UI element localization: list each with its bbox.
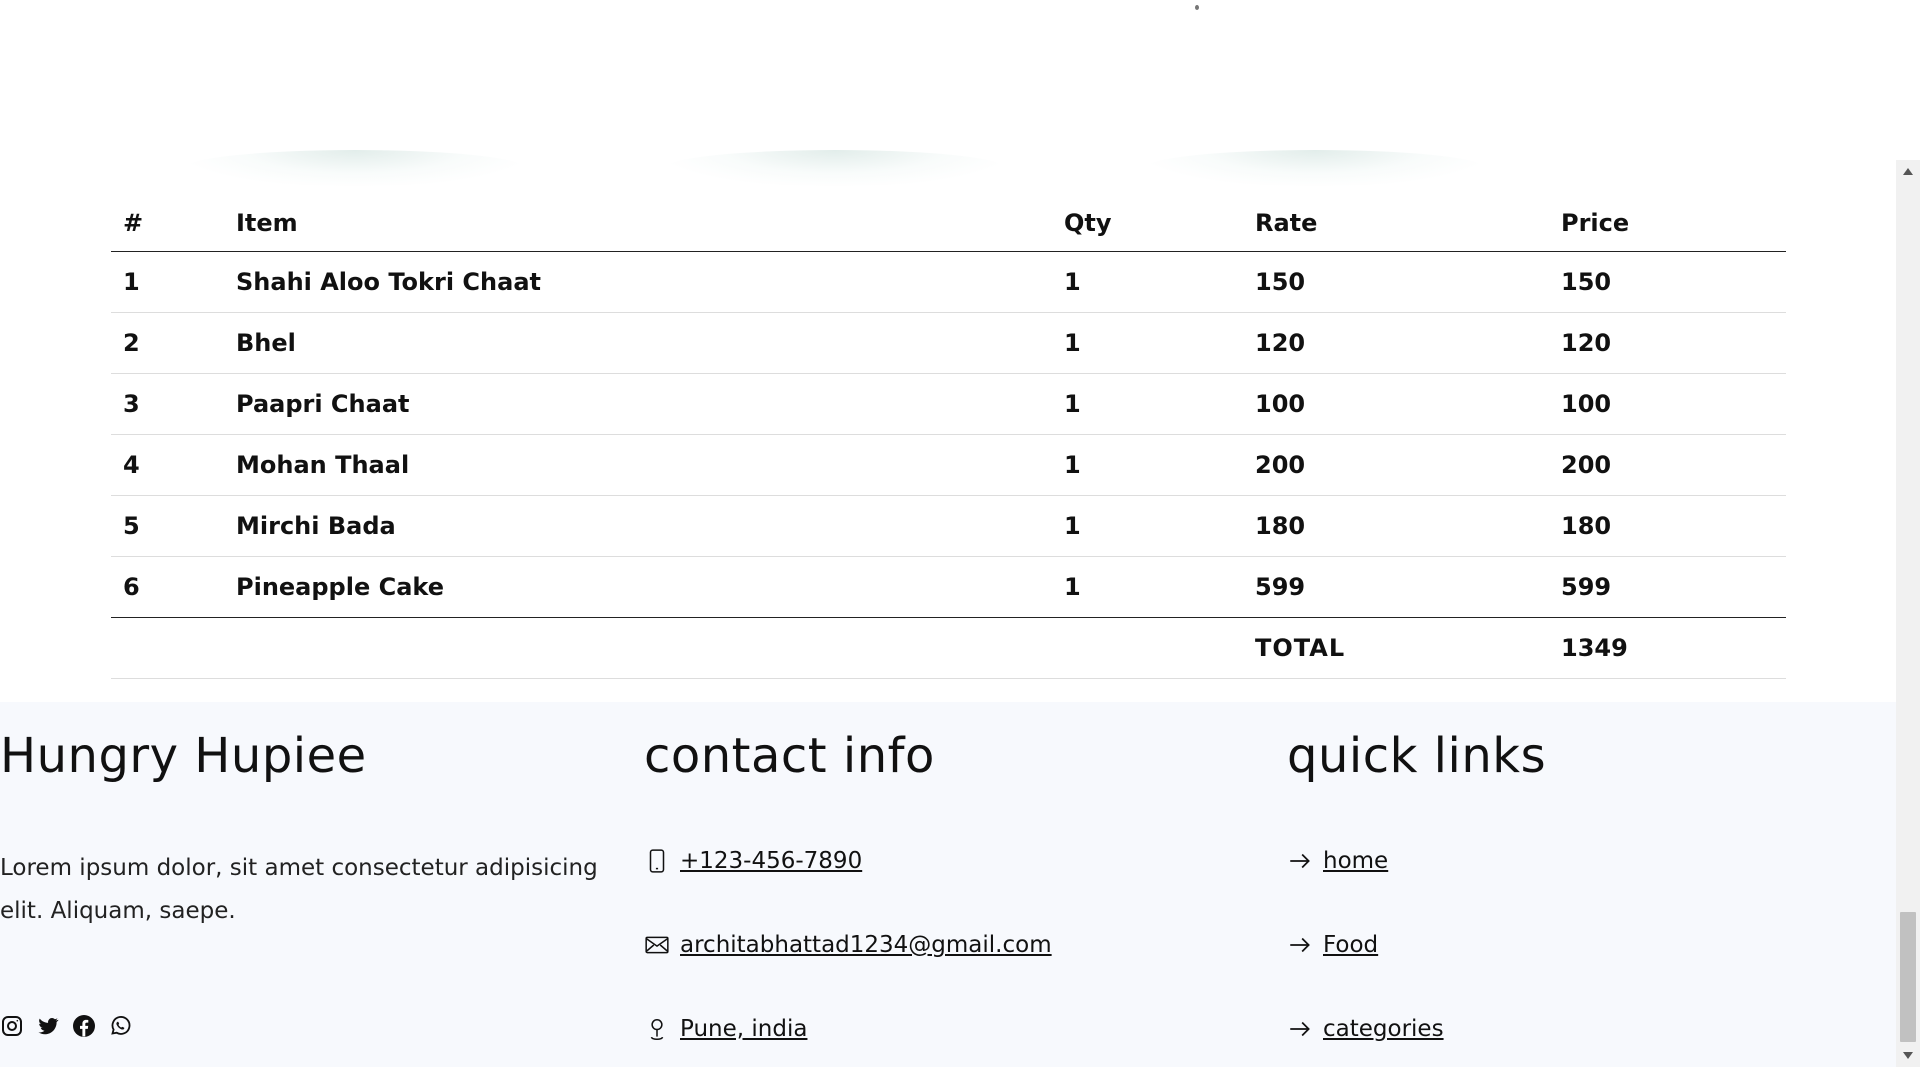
total-label: TOTAL — [1243, 617, 1549, 679]
categories-link[interactable]: categories — [1323, 1016, 1444, 1042]
table-row: 1 Shahi Aloo Tokri Chaat 1 150 150 — [111, 251, 1786, 313]
card-shadow — [185, 150, 525, 186]
table-row: 2 Bhel 1 120 120 — [111, 312, 1786, 374]
row-price: 599 — [1549, 556, 1786, 618]
row-rate: 599 — [1243, 556, 1549, 618]
row-qty: 1 — [1052, 434, 1243, 496]
scroll-down-arrow-icon[interactable] — [1903, 1052, 1913, 1059]
order-table-container: # Item Qty Rate Price 1 Shahi Aloo Tokri… — [111, 195, 1786, 679]
home-link[interactable]: home — [1323, 848, 1388, 874]
card-shadow — [665, 150, 1005, 186]
contact-location: Pune, india — [644, 1016, 807, 1042]
table-row: 4 Mohan Thaal 1 200 200 — [111, 434, 1786, 496]
page-scrollbar[interactable] — [1896, 160, 1920, 1067]
row-qty: 1 — [1052, 556, 1243, 618]
row-rate: 120 — [1243, 312, 1549, 374]
row-price: 120 — [1549, 312, 1786, 374]
table-row: 5 Mirchi Bada 1 180 180 — [111, 495, 1786, 557]
instagram-icon[interactable] — [0, 1014, 24, 1038]
page: # Item Qty Rate Price 1 Shahi Aloo Tokri… — [0, 0, 1920, 1067]
row-number: 2 — [111, 312, 224, 374]
order-table-footer: TOTAL 1349 — [111, 617, 1786, 679]
stray-dot — [1195, 5, 1199, 10]
quick-links-title: quick links — [1287, 728, 1547, 784]
row-rate: 100 — [1243, 373, 1549, 435]
row-price: 200 — [1549, 434, 1786, 496]
email-link[interactable]: architabhattad1234@gmail.com — [680, 932, 1052, 958]
row-rate: 180 — [1243, 495, 1549, 557]
food-link[interactable]: Food — [1323, 932, 1378, 958]
row-item: Pineapple Cake — [224, 556, 1052, 618]
row-qty: 1 — [1052, 312, 1243, 374]
social-links — [0, 1014, 132, 1038]
brand-title: Hungry Hupiee — [0, 728, 367, 784]
row-number: 6 — [111, 556, 224, 618]
row-item: Paapri Chaat — [224, 373, 1052, 435]
arrow-right-icon — [1287, 1016, 1313, 1042]
col-header-price: Price — [1549, 195, 1786, 252]
location-pin-icon — [644, 1016, 670, 1042]
table-row: 3 Paapri Chaat 1 100 100 — [111, 373, 1786, 435]
arrow-right-icon — [1287, 848, 1313, 874]
row-rate: 150 — [1243, 251, 1549, 313]
contact-phone: +123-456-7890 — [644, 848, 862, 874]
row-item: Mirchi Bada — [224, 495, 1052, 557]
row-item: Bhel — [224, 312, 1052, 374]
phone-icon — [644, 848, 670, 874]
row-qty: 1 — [1052, 373, 1243, 435]
order-table-header: # Item Qty Rate Price — [111, 195, 1786, 252]
row-rate: 200 — [1243, 434, 1549, 496]
card-shadow — [1145, 150, 1485, 186]
row-number: 5 — [111, 495, 224, 557]
total-value: 1349 — [1549, 617, 1786, 679]
row-number: 4 — [111, 434, 224, 496]
row-price: 100 — [1549, 373, 1786, 435]
order-table: # Item Qty Rate Price 1 Shahi Aloo Tokri… — [111, 195, 1786, 679]
arrow-right-icon — [1287, 932, 1313, 958]
row-price: 150 — [1549, 251, 1786, 313]
brand-about-text: Lorem ipsum dolor, sit amet consectetur … — [0, 855, 598, 924]
row-number: 1 — [111, 251, 224, 313]
col-header-number: # — [111, 195, 224, 252]
top-blank-area — [0, 0, 1896, 186]
row-qty: 1 — [1052, 495, 1243, 557]
table-row: 6 Pineapple Cake 1 599 599 — [111, 556, 1786, 618]
scroll-up-arrow-icon[interactable] — [1903, 168, 1913, 175]
row-price: 180 — [1549, 495, 1786, 557]
col-header-rate: Rate — [1243, 195, 1549, 252]
row-item: Mohan Thaal — [224, 434, 1052, 496]
quick-link-categories: categories — [1287, 1016, 1444, 1042]
quick-link-home: home — [1287, 848, 1388, 874]
scrollbar-thumb[interactable] — [1900, 912, 1916, 1042]
location-link[interactable]: Pune, india — [680, 1016, 807, 1042]
phone-link[interactable]: +123-456-7890 — [680, 848, 862, 874]
col-header-qty: Qty — [1052, 195, 1243, 252]
col-header-item: Item — [224, 195, 1052, 252]
facebook-icon[interactable] — [72, 1014, 96, 1038]
whatsapp-icon[interactable] — [108, 1014, 132, 1038]
contact-email: architabhattad1234@gmail.com — [644, 932, 1052, 958]
total-row: TOTAL 1349 — [111, 617, 1786, 679]
row-number: 3 — [111, 373, 224, 435]
twitter-icon[interactable] — [36, 1014, 60, 1038]
envelope-icon — [644, 932, 670, 958]
quick-link-food: Food — [1287, 932, 1378, 958]
site-footer: Hungry Hupiee Lorem ipsum dolor, sit ame… — [0, 702, 1896, 1067]
row-qty: 1 — [1052, 251, 1243, 313]
row-item: Shahi Aloo Tokri Chaat — [224, 251, 1052, 313]
contact-title: contact info — [644, 728, 935, 784]
order-table-body: 1 Shahi Aloo Tokri Chaat 1 150 150 2 Bhe… — [111, 251, 1786, 618]
